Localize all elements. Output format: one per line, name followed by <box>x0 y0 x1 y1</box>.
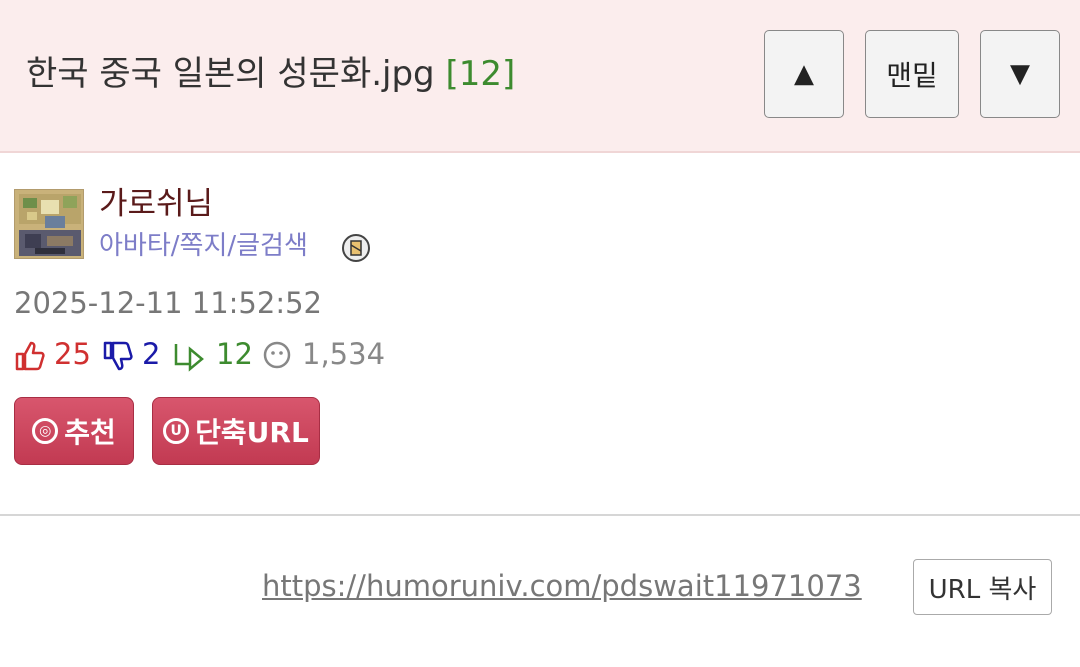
author-name[interactable]: 가로쉬님 <box>99 184 213 224</box>
divider <box>0 514 1080 516</box>
likes-count: 25 <box>54 337 91 371</box>
thumbs-up-icon <box>15 341 45 371</box>
post-datetime: 2025-12-11 11:52:52 <box>14 286 322 320</box>
short-url-button[interactable]: U 단축URL <box>152 397 320 465</box>
post-title-text: 한국 중국 일본의 성문화.jpg <box>26 54 435 94</box>
u-circle-icon: U <box>163 418 190 444</box>
thumbs-down-icon <box>103 341 133 371</box>
badge-icon <box>342 234 370 262</box>
copy-url-button[interactable]: URL 복사 <box>913 559 1052 615</box>
replies-count: 12 <box>216 337 253 371</box>
avatar[interactable] <box>14 189 84 259</box>
views-face-icon <box>263 341 291 369</box>
short-url-label: 단축URL <box>195 416 309 449</box>
post-url-link[interactable]: https://humoruniv.com/pdswait11971073 <box>262 566 862 606</box>
header-bar: 한국 중국 일본의 성문화.jpg [12] ▲ 맨밑 ▼ <box>0 0 1080 153</box>
scroll-down-button[interactable]: ▼ <box>980 30 1060 118</box>
scroll-bottom-button[interactable]: 맨밑 <box>865 30 959 118</box>
dislikes-count: 2 <box>142 337 161 371</box>
scroll-up-button[interactable]: ▲ <box>764 30 844 118</box>
comment-count[interactable]: [12] <box>445 54 515 94</box>
recommend-button[interactable]: ◎ 추천 <box>14 397 134 465</box>
recommend-label: 추천 <box>64 416 116 449</box>
author-links[interactable]: 아바타/쪽지/글검색 <box>99 228 308 264</box>
views-count: 1,534 <box>302 337 386 371</box>
target-icon: ◎ <box>32 418 59 444</box>
post-title: 한국 중국 일본의 성문화.jpg [12] <box>26 52 515 96</box>
reply-arrow-icon <box>174 344 204 372</box>
